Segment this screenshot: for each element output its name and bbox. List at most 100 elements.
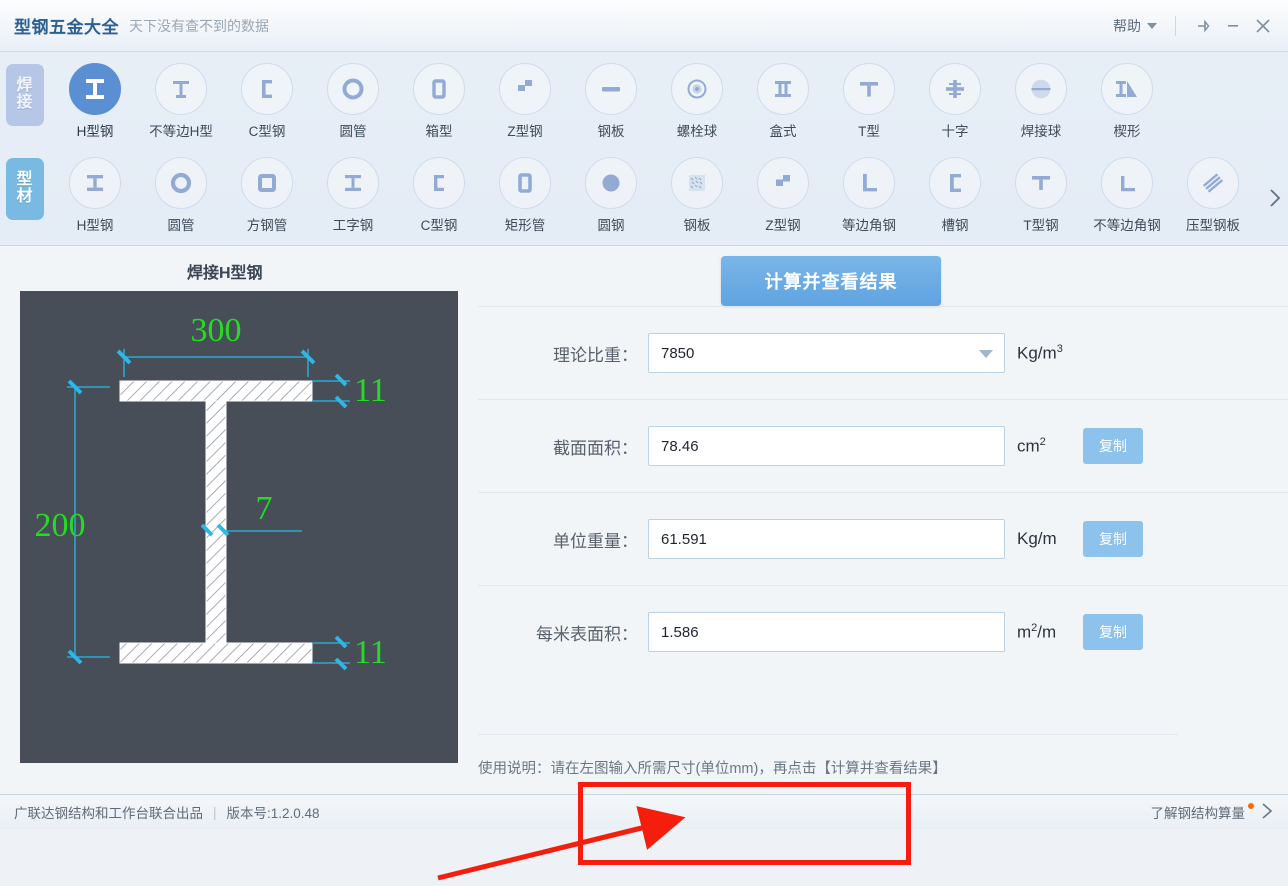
toolbar-item-channel[interactable]: 槽钢 xyxy=(912,149,998,234)
minimize-icon[interactable] xyxy=(1218,13,1248,39)
section-diagram-canvas[interactable]: 300 200 11 11 7 xyxy=(20,291,458,763)
dim-bottom-flange-label: 11 xyxy=(354,634,387,671)
dim-web-label: 7 xyxy=(256,490,273,527)
toolbar-item-label: 等边角钢 xyxy=(842,218,896,233)
toolbar-item-z-section-profile[interactable]: Z型钢 xyxy=(740,149,826,234)
caret-down-icon xyxy=(1147,22,1157,29)
unit-weight-input[interactable] xyxy=(648,519,1005,559)
i-beam-icon xyxy=(69,157,121,209)
toolbar-item-unequal-h[interactable]: 不等边H型 xyxy=(138,55,224,140)
surface-area-input[interactable] xyxy=(648,612,1005,652)
status-separator: | xyxy=(213,804,217,820)
toolbar-row-weld: 焊 接 H型钢 不等边H型 C型钢 圆管 箱型 Z型钢 钢板 螺栓球 盒式 T型… xyxy=(0,55,1288,149)
equal-angle-icon xyxy=(843,157,895,209)
round-bar-icon xyxy=(585,157,637,209)
divider xyxy=(1175,15,1176,36)
unit-label: Kg/m3 xyxy=(1017,343,1083,364)
field-control xyxy=(648,612,1005,652)
toolbar-item-unequal-angle[interactable]: 不等边角钢 xyxy=(1084,149,1170,234)
toolbar-item-round-bar[interactable]: 圆钢 xyxy=(568,149,654,234)
toolbar-item-wedge[interactable]: 楔形 xyxy=(1084,55,1170,140)
toolbar-item-square-tube[interactable]: 方钢管 xyxy=(224,149,310,234)
unit-main: Kg/m xyxy=(1017,529,1057,548)
app-title: 型钢五金大全 xyxy=(14,18,119,37)
toolbar-item-steel-plate-weld[interactable]: 钢板 xyxy=(568,55,654,140)
toolbar-item-rect-tube[interactable]: 矩形管 xyxy=(482,149,568,234)
unit-exponent: 2 xyxy=(1039,435,1046,448)
copy-slot: 复制 xyxy=(1083,428,1143,464)
cross-section-icon xyxy=(929,63,981,115)
toolbar-item-i-steel[interactable]: 工字钢 xyxy=(310,149,396,234)
toolbar-item-h-beam-weld[interactable]: H型钢 xyxy=(52,55,138,140)
rect-tube-icon xyxy=(499,157,551,209)
calculation-pane: 计算并查看结果 理论比重： Kg/m3 截面面积： xyxy=(478,246,1288,794)
chevron-right-icon xyxy=(1260,802,1274,823)
field-label: 理论比重： xyxy=(553,345,638,365)
toolbar-item-label: 楔形 xyxy=(1113,124,1141,139)
welded-ball-icon xyxy=(1015,63,1067,115)
copy-section-area-button[interactable]: 复制 xyxy=(1083,428,1143,464)
calculate-button[interactable]: 计算并查看结果 xyxy=(721,256,941,306)
h-beam-drawing: 300 200 11 11 7 xyxy=(35,312,387,671)
toolbar-item-cross-section[interactable]: 十字 xyxy=(912,55,998,140)
toolbar-item-c-channel-weld[interactable]: C型钢 xyxy=(224,55,310,140)
toolbar-item-label: H型钢 xyxy=(76,218,114,233)
profiled-plate-icon xyxy=(1187,157,1239,209)
toolbar-item-label: Z型钢 xyxy=(507,124,543,139)
result-form: 理论比重： Kg/m3 截面面积： cm xyxy=(478,306,1288,777)
toolbar-item-round-pipe-weld[interactable]: 圆管 xyxy=(310,55,396,140)
unit-tail: /m xyxy=(1037,622,1057,642)
toolbar-item-label: 矩形管 xyxy=(504,218,546,233)
category-tab-weld[interactable]: 焊 接 xyxy=(6,64,44,126)
toolbar-item-label: 螺栓球 xyxy=(676,124,718,139)
unit-exponent: 3 xyxy=(1056,342,1063,355)
field-row-density: 理论比重： Kg/m3 xyxy=(478,306,1288,399)
toolbar-item-t-section-weld[interactable]: T型 xyxy=(826,55,912,140)
c-channel-icon xyxy=(241,63,293,115)
status-right-link[interactable]: 了解钢结构算量 xyxy=(1151,802,1275,823)
copy-slot: 复制 xyxy=(1083,614,1143,650)
page-title: 焊接H型钢 xyxy=(187,265,263,282)
toolbar-item-box-section[interactable]: 箱型 xyxy=(396,55,482,140)
toolbar-item-h-beam-profile[interactable]: H型钢 xyxy=(52,149,138,234)
chevron-down-icon[interactable] xyxy=(979,350,993,358)
channel-icon xyxy=(929,157,981,209)
z-section-icon xyxy=(757,157,809,209)
toolbar-item-label: 圆管 xyxy=(339,124,367,139)
toolbar-item-profiled-plate[interactable]: 压型钢板 xyxy=(1170,149,1256,234)
toolbar-item-welded-ball[interactable]: 焊接球 xyxy=(998,55,1084,140)
toolbar-item-bolt-ball[interactable]: 螺栓球 xyxy=(654,55,740,140)
unit-main: cm xyxy=(1017,436,1040,456)
close-icon[interactable] xyxy=(1248,13,1278,39)
category-tab-profile[interactable]: 型 材 xyxy=(6,158,44,220)
density-input[interactable] xyxy=(648,333,1005,373)
t-section-icon xyxy=(843,63,895,115)
app-subtitle: 天下没有查不到的数据 xyxy=(129,17,269,34)
toolbar-item-label: 钢板 xyxy=(683,218,711,233)
chevron-right-icon[interactable] xyxy=(1264,183,1286,213)
field-control xyxy=(648,426,1005,466)
toolbar-item-label: H型钢 xyxy=(76,124,114,139)
toolbar-item-round-pipe-profile[interactable]: 圆管 xyxy=(138,149,224,234)
category-char: 焊 xyxy=(16,77,34,95)
unequal-h-icon xyxy=(155,63,207,115)
pin-icon[interactable] xyxy=(1188,13,1218,39)
help-menu[interactable]: 帮助 xyxy=(1107,16,1163,36)
toolbar-item-t-steel[interactable]: T型钢 xyxy=(998,149,1084,234)
dim-height-label: 200 xyxy=(35,507,86,544)
toolbar-item-equal-angle[interactable]: 等边角钢 xyxy=(826,149,912,234)
toolbar-item-label: Z型钢 xyxy=(765,218,801,233)
field-row-unit-weight: 单位重量： Kg/m 复制 xyxy=(478,492,1288,585)
copy-surface-area-button[interactable]: 复制 xyxy=(1083,614,1143,650)
toolbar-item-box-type[interactable]: 盒式 xyxy=(740,55,826,140)
c-channel-icon xyxy=(413,157,465,209)
copy-unit-weight-button[interactable]: 复制 xyxy=(1083,521,1143,557)
dim-top-flange-label: 11 xyxy=(354,372,387,409)
toolbar-item-c-channel-profile[interactable]: C型钢 xyxy=(396,149,482,234)
application-window: 型钢五金大全 天下没有查不到的数据 帮助 焊 接 H型钢 不等边H型 C型钢 圆… xyxy=(0,0,1288,881)
toolbar-item-label: C型钢 xyxy=(420,218,458,233)
toolbar-item-checkered-plate[interactable]: 钢板 xyxy=(654,149,740,234)
toolbar-item-z-section-weld[interactable]: Z型钢 xyxy=(482,55,568,140)
section-area-input[interactable] xyxy=(648,426,1005,466)
toolbar-item-label: 工字钢 xyxy=(332,218,374,233)
